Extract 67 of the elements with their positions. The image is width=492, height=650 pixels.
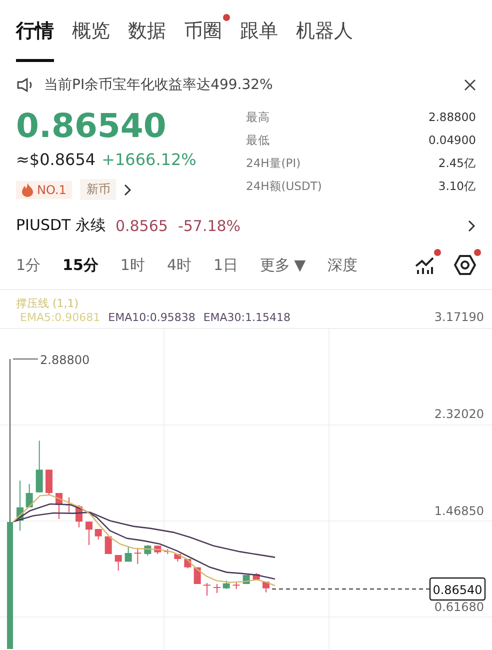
coin-tag[interactable]: 新币 xyxy=(80,179,116,200)
top-tab[interactable]: 机器人 xyxy=(296,14,353,62)
ema-value: EMA5:0.90681 xyxy=(20,311,100,324)
candlestick xyxy=(232,582,240,590)
chevron-right-icon[interactable] xyxy=(468,220,476,232)
candlestick xyxy=(56,492,62,520)
candlestick xyxy=(114,554,122,572)
price-axis-label: 2.32020 xyxy=(434,407,484,421)
ema-value: EMA30:1.15418 xyxy=(203,311,291,324)
candlestick xyxy=(214,584,220,594)
price-axis-label: 3.17190 xyxy=(434,310,484,324)
chevron-right-icon[interactable] xyxy=(124,184,132,196)
candlestick xyxy=(16,480,24,532)
candlestick xyxy=(174,554,182,562)
interval-tab[interactable]: 深度 xyxy=(328,256,358,274)
candlestick xyxy=(154,545,162,554)
stat-label: 最高 xyxy=(246,110,271,126)
candlestick xyxy=(76,504,82,528)
perpetual-name: PIUSDT 永续 xyxy=(16,216,106,235)
candlestick xyxy=(36,440,43,493)
candlestick xyxy=(86,521,92,546)
interval-tab[interactable]: 4时 xyxy=(166,256,192,274)
price-axis-label: 0.61680 xyxy=(434,600,484,614)
top-tab[interactable]: 币圈 xyxy=(184,14,230,62)
price-axis-label: 1.46850 xyxy=(434,504,484,518)
candlestick xyxy=(124,546,132,562)
top-tab[interactable]: 跟单 xyxy=(240,14,278,62)
perpetual-change: -57.18% xyxy=(178,216,241,234)
notice-text: 当前PI余币宝年化收益率达499.32% xyxy=(44,76,274,94)
ema-value: EMA10:0.95838 xyxy=(108,311,196,324)
price-change: +1666.12% xyxy=(102,150,196,169)
candlestick xyxy=(204,582,210,596)
usd-price: ≈$0.8654 xyxy=(16,150,96,169)
interval-tab[interactable]: 更多 ▼ xyxy=(260,256,306,274)
candlestick xyxy=(94,528,102,540)
coin-tag[interactable]: NO.1 xyxy=(16,180,72,198)
settings-icon xyxy=(454,254,476,276)
candlestick xyxy=(46,469,52,496)
interval-tab[interactable]: 1分 xyxy=(16,256,41,274)
candlestick xyxy=(262,581,270,593)
interval-tab[interactable]: 1日 xyxy=(214,256,238,274)
flame-icon xyxy=(22,182,33,196)
stat-label: 24H额(USDT) xyxy=(246,179,323,195)
candlestick xyxy=(222,580,230,590)
stat-value: 0.04900 xyxy=(428,133,476,149)
stat-label: 最低 xyxy=(246,133,271,149)
stat-value: 2.88800 xyxy=(428,110,476,126)
candlestick xyxy=(134,548,142,564)
interval-tab[interactable]: 1时 xyxy=(120,256,145,274)
top-tab[interactable]: 行情 xyxy=(16,14,54,62)
candlestick xyxy=(26,484,33,508)
candlestick xyxy=(194,566,201,584)
top-tab[interactable]: 数据 xyxy=(128,14,166,62)
last-price: 0.86540 xyxy=(16,106,168,146)
candlestick xyxy=(66,496,72,513)
legend-title: 撑压线 (1,1) xyxy=(16,296,80,311)
close-icon[interactable] xyxy=(464,79,476,91)
perpetual-price: 0.8565 xyxy=(115,216,168,234)
stat-label: 24H量(PI) xyxy=(246,156,302,172)
candlestick xyxy=(252,572,260,580)
stat-value: 2.45亿 xyxy=(437,156,476,172)
candlestick xyxy=(104,536,112,554)
stat-value: 3.10亿 xyxy=(437,179,476,195)
top-tab[interactable]: 概览 xyxy=(72,14,110,62)
interval-tab[interactable]: 15分 xyxy=(62,256,98,274)
candlestick xyxy=(144,544,152,556)
current-price-label: 0.86540 xyxy=(429,577,486,601)
